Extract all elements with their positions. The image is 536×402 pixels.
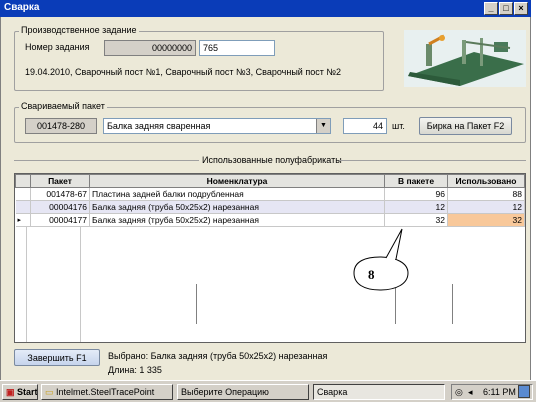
volume-icon[interactable]: ◂ [468, 385, 473, 399]
cell-in-package: 12 [384, 200, 448, 214]
welding-illustration [404, 30, 526, 87]
length-text: Длина: 1 335 [108, 365, 162, 375]
row-selector[interactable] [15, 200, 31, 214]
minimize-icon[interactable]: _ [484, 2, 498, 15]
production-task-legend: Производственное задание [19, 25, 139, 35]
callout-number: 8 [368, 267, 375, 282]
desktop-icon[interactable] [518, 385, 530, 398]
maximize-icon[interactable]: □ [499, 2, 513, 15]
chevron-down-icon[interactable]: ▼ [316, 119, 330, 133]
taskbar-item-label: Intelmet.SteelTracePoint [56, 387, 155, 397]
table-row[interactable]: ▸ 00004177 Балка задняя (труба 50x25x2) … [15, 213, 525, 227]
column-header-in-package[interactable]: В пакете [384, 174, 448, 188]
table-header-row: Пакет Номенклатура В пакете Использовано [15, 174, 525, 188]
start-button[interactable]: ▣ Start [2, 384, 38, 400]
task-number-field[interactable]: 765 [199, 40, 275, 56]
folder-icon: ▭ [45, 387, 54, 397]
welded-package-legend: Свариваемый пакет [19, 101, 107, 111]
quantity-field[interactable]: 44 [343, 118, 387, 134]
row-selector-header [15, 174, 31, 188]
cell-name: Балка задняя (труба 50x25x2) нарезанная [89, 200, 385, 214]
window-titlebar: Сварка _ □ × [0, 0, 531, 17]
taskbar-item-welding[interactable]: Сварка [313, 384, 445, 400]
semi-products-divider-right [339, 160, 526, 161]
column-line [80, 227, 81, 342]
task-info-text: 19.04.2010, Сварочный пост №1, Сварочный… [25, 67, 341, 77]
cell-package: 00004176 [30, 200, 90, 214]
taskbar-item-label: Выберите Операцию [181, 387, 269, 397]
selected-item-text: Выбрано: Балка задняя (труба 50x25x2) на… [108, 351, 328, 361]
cell-used[interactable]: 12 [447, 200, 525, 214]
cell-name: Балка задняя (труба 50x25x2) нарезанная [89, 213, 385, 227]
taskbar: ▣ Start ▭ Intelmet.SteelTracePoint Выбер… [0, 380, 536, 402]
package-label-button[interactable]: Бирка на Пакет F2 [419, 117, 512, 135]
table-row[interactable]: 001478-67 Пластина задней балки подрубле… [15, 187, 525, 201]
taskbar-item-select-operation[interactable]: Выберите Операцию [177, 384, 309, 400]
close-icon[interactable]: × [514, 2, 528, 15]
finish-button[interactable]: Завершить F1 [14, 349, 100, 366]
clock[interactable]: 6:11 PM [483, 385, 516, 399]
cell-in-package: 96 [384, 187, 448, 201]
window-body: Производственное задание Номер задания 0… [0, 17, 531, 380]
system-tray: ◎ ◂ 6:11 PM [451, 384, 533, 400]
quantity-unit-label: шт. [392, 121, 405, 131]
current-row-marker-icon[interactable]: ▸ [15, 213, 31, 227]
column-header-package[interactable]: Пакет [30, 174, 90, 188]
table-row[interactable]: 00004176 Балка задняя (труба 50x25x2) на… [15, 200, 525, 214]
column-line [26, 227, 27, 342]
column-line [196, 284, 197, 324]
cell-used-editing[interactable]: 32 [447, 213, 525, 227]
semi-products-divider-left [14, 160, 199, 161]
row-selector[interactable] [15, 187, 31, 201]
start-label: Start [17, 387, 38, 397]
package-code-field: 001478-280 [25, 118, 97, 134]
nomenclature-select-value: Балка задняя сваренная [107, 121, 211, 131]
cell-used[interactable]: 88 [447, 187, 525, 201]
cell-package: 001478-67 [30, 187, 90, 201]
cell-name: Пластина задней балки подрубленная [89, 187, 385, 201]
callout-annotation: 8 [346, 227, 416, 295]
task-number-label: Номер задания [25, 42, 90, 52]
semi-products-legend: Использованные полуфабрикаты [202, 155, 342, 165]
nomenclature-select[interactable]: Балка задняя сваренная ▼ [103, 118, 331, 134]
cell-in-package: 32 [384, 213, 448, 227]
taskbar-item-label: Сварка [317, 387, 348, 397]
semi-products-table: Пакет Номенклатура В пакете Использовано… [14, 173, 526, 343]
task-number-prefix-field: 00000000 [104, 40, 196, 56]
column-header-used[interactable]: Использовано [447, 174, 525, 188]
windows-logo-icon: ▣ [6, 387, 15, 397]
taskbar-item-steeltracepoint[interactable]: ▭ Intelmet.SteelTracePoint [41, 384, 173, 400]
column-line [452, 284, 453, 324]
network-icon[interactable]: ◎ [455, 385, 463, 399]
cell-package: 00004177 [30, 213, 90, 227]
window-title: Сварка [4, 2, 40, 13]
column-header-nomenclature[interactable]: Номенклатура [89, 174, 385, 188]
